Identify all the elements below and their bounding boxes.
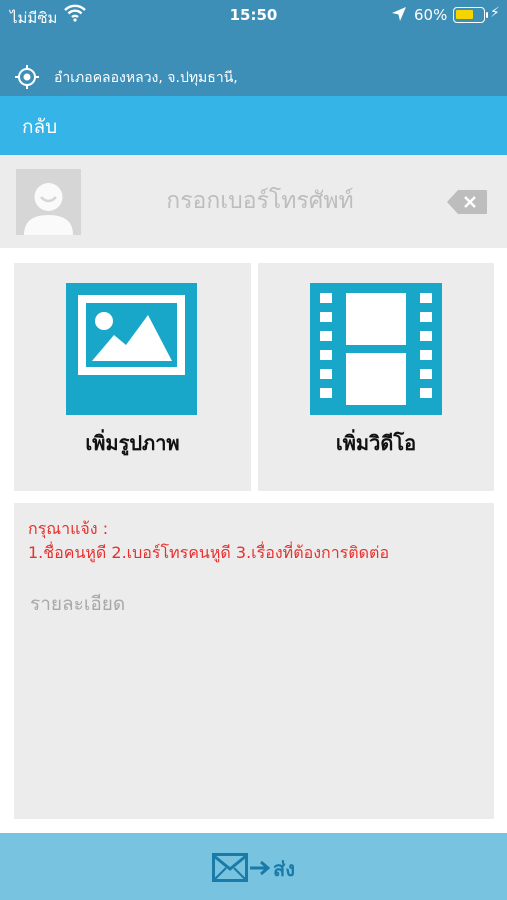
status-bar: ไม่มีซิม 15:50 60% ⚡	[0, 0, 507, 56]
add-photo-tile[interactable]: เพิ่มรูปภาพ	[14, 263, 251, 491]
gps-target-icon	[14, 64, 40, 94]
phone-row	[0, 155, 507, 248]
notice-title: กรุณาแจ้ง :	[28, 519, 109, 538]
add-video-label: เพิ่มวิดีโอ	[335, 431, 417, 455]
battery-icon	[453, 7, 488, 23]
film-strip-icon	[310, 283, 442, 419]
add-video-tile[interactable]: เพิ่มวิดีโอ	[258, 263, 494, 491]
avatar	[16, 169, 81, 235]
mail-send-icon	[212, 853, 271, 887]
detail-textarea[interactable]	[24, 583, 484, 808]
clear-input-icon[interactable]	[446, 189, 488, 219]
back-button[interactable]: กลับ	[22, 112, 57, 142]
add-photo-label: เพิ่มรูปภาพ	[85, 431, 180, 455]
location-bar: อำเภอคลองหลวง, จ.ปทุมธานี,	[0, 56, 507, 96]
nav-bar: กลับ	[0, 96, 507, 155]
send-label: ส่ง	[273, 857, 295, 881]
location-arrow-icon	[391, 6, 407, 26]
detail-panel: กรุณาแจ้ง : 1.ชื่อคนหูดี 2.เบอร์โทรคนหูด…	[14, 503, 494, 819]
send-button[interactable]: ส่ง	[0, 833, 507, 900]
charging-bolt-icon: ⚡	[490, 5, 500, 21]
location-text: อำเภอคลองหลวง, จ.ปทุมธานี,	[54, 70, 238, 86]
image-icon	[66, 283, 197, 419]
battery-percent: 60%	[414, 6, 448, 24]
notice-text: 1.ชื่อคนหูดี 2.เบอร์โทรคนหูดี 3.เรื่องที…	[28, 543, 390, 562]
phone-number-input[interactable]	[100, 181, 420, 221]
